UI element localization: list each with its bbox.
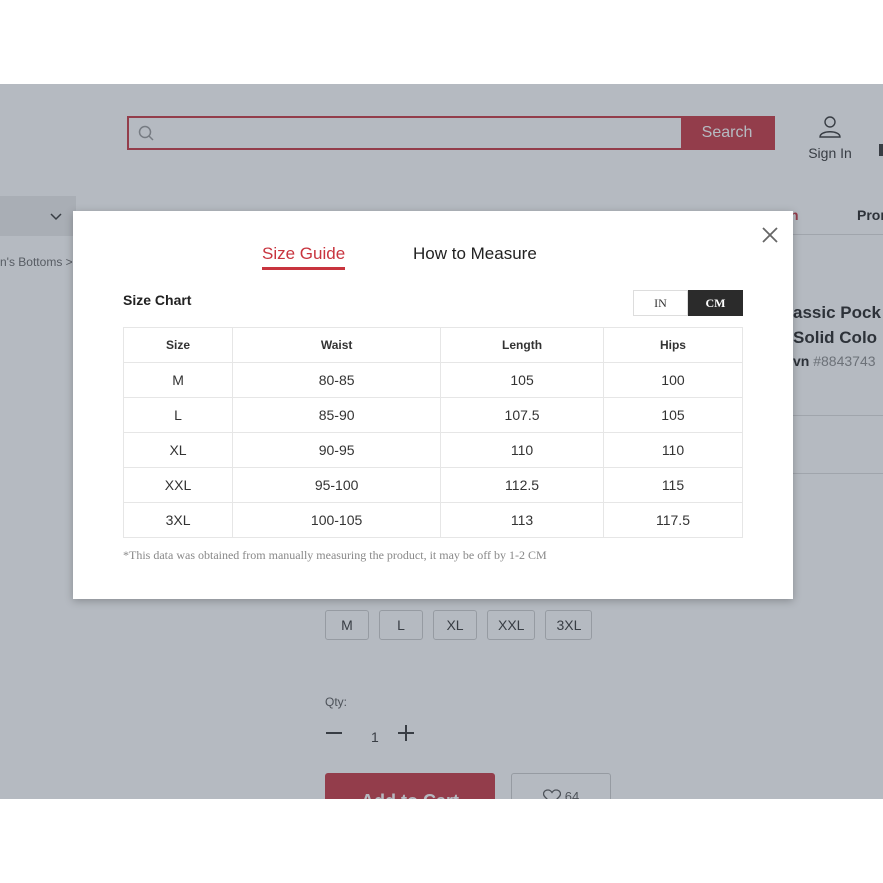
table-cell: 80-85 bbox=[232, 362, 442, 398]
tab-size-guide[interactable]: Size Guide bbox=[262, 244, 346, 270]
page-viewport: Search Sign In n Pron n's Bottoms > assi… bbox=[0, 84, 883, 799]
table-cell: 115 bbox=[602, 467, 744, 503]
table-row: M 80-85 105 100 bbox=[122, 362, 744, 398]
close-icon[interactable] bbox=[760, 225, 780, 245]
tab-how-to-measure[interactable]: How to Measure bbox=[413, 244, 537, 264]
table-row: 3XL 100-105 113 117.5 bbox=[122, 502, 744, 538]
unit-cm-button[interactable]: CM bbox=[688, 290, 743, 316]
table-header-row: Size Waist Length Hips bbox=[122, 327, 744, 363]
table-cell: 100 bbox=[602, 362, 744, 398]
column-header-hips: Hips bbox=[602, 327, 744, 363]
table-cell: 105 bbox=[440, 362, 604, 398]
table-cell: 112.5 bbox=[440, 467, 604, 503]
table-cell: 85-90 bbox=[232, 397, 442, 433]
column-header-waist: Waist bbox=[232, 327, 442, 363]
table-cell: 90-95 bbox=[232, 432, 442, 468]
table-cell: 100-105 bbox=[232, 502, 442, 538]
table-row: L 85-90 107.5 105 bbox=[122, 397, 744, 433]
column-header-length: Length bbox=[440, 327, 604, 363]
table-cell: 117.5 bbox=[602, 502, 744, 538]
column-header-size: Size bbox=[122, 327, 234, 363]
size-chart-title: Size Chart bbox=[123, 292, 192, 308]
table-cell: 110 bbox=[440, 432, 604, 468]
size-guide-modal: Size Guide How to Measure Size Chart IN … bbox=[73, 211, 793, 599]
unit-in-button[interactable]: IN bbox=[633, 290, 688, 316]
unit-toggle: IN CM bbox=[633, 290, 743, 316]
table-cell: 3XL bbox=[122, 502, 234, 538]
table-cell: 105 bbox=[602, 397, 744, 433]
table-cell: XL bbox=[122, 432, 234, 468]
table-cell: 110 bbox=[602, 432, 744, 468]
measurement-disclaimer: *This data was obtained from manually me… bbox=[123, 548, 547, 562]
size-chart-table: Size Waist Length Hips M 80-85 105 100 L… bbox=[122, 327, 744, 538]
table-row: XL 90-95 110 110 bbox=[122, 432, 744, 468]
table-cell: 95-100 bbox=[232, 467, 442, 503]
table-cell: 107.5 bbox=[440, 397, 604, 433]
table-row: XXL 95-100 112.5 115 bbox=[122, 467, 744, 503]
table-cell: XXL bbox=[122, 467, 234, 503]
table-cell: 113 bbox=[440, 502, 604, 538]
table-cell: M bbox=[122, 362, 234, 398]
table-cell: L bbox=[122, 397, 234, 433]
